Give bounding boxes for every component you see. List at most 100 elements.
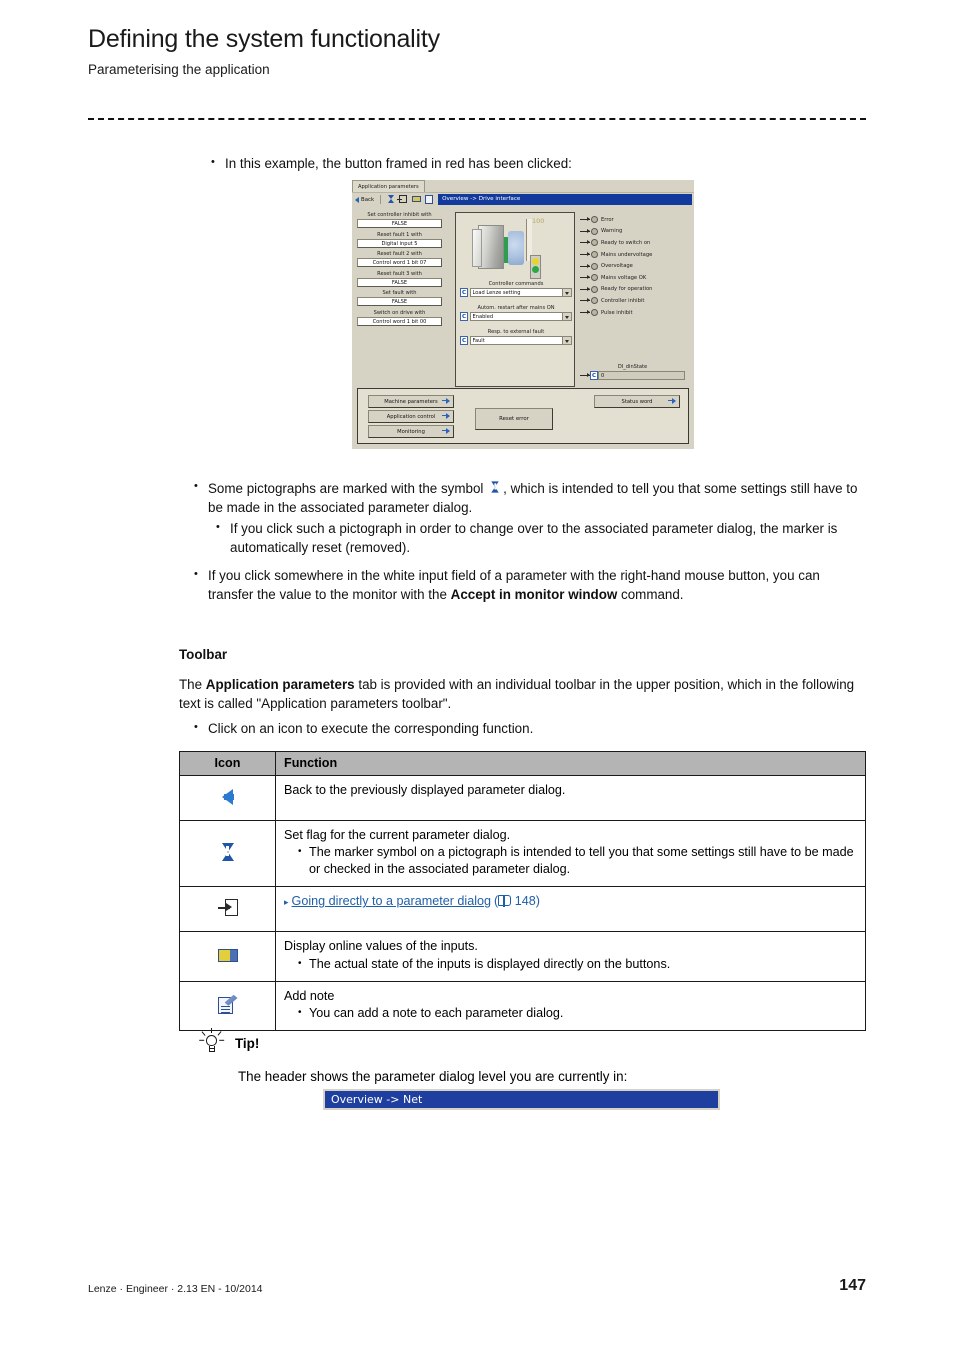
- led-indicator: [591, 227, 598, 235]
- drive-interface-block: 100 Controller commands C Load Lenze set…: [455, 212, 575, 387]
- link-page-number: 148: [514, 894, 536, 909]
- bullet-marker: •: [194, 480, 198, 492]
- led-label: Pulse inhibit: [601, 309, 633, 316]
- led-indicator: [591, 274, 598, 282]
- pictograph-bullet-group: • Some pictographs are marked with the s…: [194, 478, 866, 557]
- flag-icon: [221, 843, 234, 862]
- param-label: Reset fault 2 with: [377, 251, 422, 257]
- goto-arrow-icon: [442, 426, 450, 436]
- led-label: Ready for operation: [601, 286, 653, 293]
- accept-in-monitor-window-term: Accept in monitor window: [450, 587, 618, 603]
- app-canvas: Set controller inhibit with FALSE Reset …: [352, 206, 694, 449]
- nav-button-application-control[interactable]: Application control: [368, 410, 454, 423]
- led-indicator: [591, 251, 598, 259]
- led-label: Warning: [601, 228, 623, 235]
- bullet-marker: •: [194, 568, 198, 580]
- status-word-button[interactable]: Status word: [594, 395, 680, 408]
- jump-to-dialog-icon: [217, 898, 238, 917]
- function-subline: The marker symbol on a pictograph is int…: [309, 845, 854, 877]
- param-label: Set controller inhibit with: [367, 212, 432, 218]
- controller-commands-select[interactable]: Load Lenze setting: [469, 288, 572, 297]
- jump-to-dialog-icon[interactable]: [397, 195, 408, 204]
- status-led-controller-inhibit: Controller inhibit: [580, 295, 692, 307]
- chevron-down-icon[interactable]: [562, 313, 571, 320]
- link-label[interactable]: Going directly to a parameter dialog: [292, 893, 492, 910]
- param-value-field[interactable]: FALSE: [357, 219, 442, 228]
- table-row: Set flag for the current parameter dialo…: [179, 819, 866, 888]
- dialog-header-breadcrumb: Overview -> Net: [325, 1091, 718, 1108]
- back-button[interactable]: Back: [355, 196, 375, 203]
- external-fault-select[interactable]: Fault: [469, 336, 572, 345]
- back-button-label: Back: [361, 196, 375, 203]
- function-cell-online: Display online values of the inputs. • T…: [275, 931, 866, 982]
- bullet-marker: •: [194, 721, 198, 733]
- code-badge: C: [460, 312, 468, 321]
- select-label: Resp. to external fault: [487, 329, 545, 335]
- led-label: Overvoltage: [601, 263, 633, 270]
- param-reset-fault-3: Reset fault 3 with FALSE: [357, 271, 442, 287]
- dinstate-label: DI_dinState: [617, 364, 648, 370]
- led-indicator: [591, 239, 598, 247]
- select-value: Fault: [472, 338, 485, 344]
- toolbar-icon-table: Icon Function Back to the previously dis…: [179, 751, 866, 1031]
- app-tab-strip: Application parameters: [352, 180, 694, 193]
- flag-icon: [491, 481, 499, 493]
- select-label: Controller commands: [488, 281, 544, 287]
- application-parameters-term: Application parameters: [205, 677, 355, 693]
- param-value-field[interactable]: Digital input 5: [357, 238, 442, 248]
- toolbar-para-pre: The: [179, 677, 206, 693]
- autorestart-select[interactable]: Enabled: [469, 312, 572, 321]
- reset-error-button[interactable]: Reset error: [475, 408, 553, 430]
- toolbar-paragraph: The Application parameters tab is provid…: [179, 675, 869, 713]
- led-indicator: [591, 262, 598, 270]
- back-arrow-icon: [222, 788, 234, 805]
- led-indicator: [591, 285, 598, 293]
- flag-icon[interactable]: [386, 195, 395, 204]
- param-value-field[interactable]: Control word 1 bit 00: [357, 316, 442, 326]
- status-led-column: Error Warning Ready to switch on Mains u…: [580, 214, 692, 318]
- cross-reference-link[interactable]: ▸ Going directly to a parameter dialog (…: [284, 893, 857, 910]
- chevron-down-icon[interactable]: [562, 337, 571, 344]
- left-parameter-column: Set controller inhibit with FALSE Reset …: [357, 212, 442, 329]
- function-cell-note: Add note • You can add a note to each pa…: [275, 980, 866, 1031]
- nav-button-machine-parameters[interactable]: Machine parameters: [368, 395, 454, 408]
- page-title: Defining the system functionality: [88, 25, 440, 53]
- add-note-icon: [217, 994, 238, 1014]
- code-badge: C: [460, 288, 468, 297]
- column-header-function: Function: [275, 751, 866, 776]
- param-reset-fault-1: Reset fault 1 with Digital input 5: [357, 232, 442, 248]
- function-line: Add note: [284, 988, 335, 1003]
- select-value: Load Lenze setting: [472, 290, 521, 296]
- nav-button-monitoring[interactable]: Monitoring: [368, 425, 454, 438]
- back-arrow-icon: [355, 196, 359, 203]
- function-line: Display online values of the inputs.: [284, 939, 478, 954]
- lightbulb-icon: [196, 1028, 226, 1058]
- status-led-warning: Warning: [580, 226, 692, 238]
- page-subtitle: Parameterising the application: [88, 61, 270, 77]
- online-values-icon[interactable]: [412, 195, 422, 204]
- function-subline: You can add a note to each parameter dia…: [309, 1005, 564, 1020]
- param-switch-on-drive: Switch on drive with Control word 1 bit …: [357, 310, 442, 326]
- add-note-icon[interactable]: [425, 195, 434, 204]
- param-set-fault: Set fault with FALSE: [357, 290, 442, 306]
- status-led-ready-to-switch-on: Ready to switch on: [580, 237, 692, 249]
- table-header-row: Icon Function: [179, 751, 866, 776]
- param-value-field[interactable]: Control word 1 bit 07: [357, 258, 442, 267]
- column-header-icon: Icon: [179, 751, 276, 776]
- table-row: Display online values of the inputs. • T…: [179, 931, 866, 982]
- tip-label: Tip!: [235, 1035, 260, 1051]
- param-set-controller-inhibit: Set controller inhibit with FALSE: [357, 212, 442, 228]
- toolbar-heading: Toolbar: [179, 647, 228, 662]
- nav-button-label: Machine parameters: [384, 399, 438, 405]
- bullet-marker: •: [298, 846, 302, 858]
- status-led-error: Error: [580, 214, 692, 226]
- link-page-ref: ( 148): [494, 894, 540, 909]
- page-number: 147: [839, 1277, 866, 1294]
- chevron-down-icon[interactable]: [562, 289, 571, 296]
- embedded-app-screenshot: Application parameters Back Overview -> …: [352, 180, 694, 449]
- param-value-field[interactable]: FALSE: [357, 277, 442, 287]
- select-value: Enabled: [472, 314, 494, 320]
- led-label: Ready to switch on: [601, 239, 651, 246]
- led-label: Mains undervoltage: [601, 251, 653, 258]
- param-value-field[interactable]: FALSE: [357, 297, 442, 306]
